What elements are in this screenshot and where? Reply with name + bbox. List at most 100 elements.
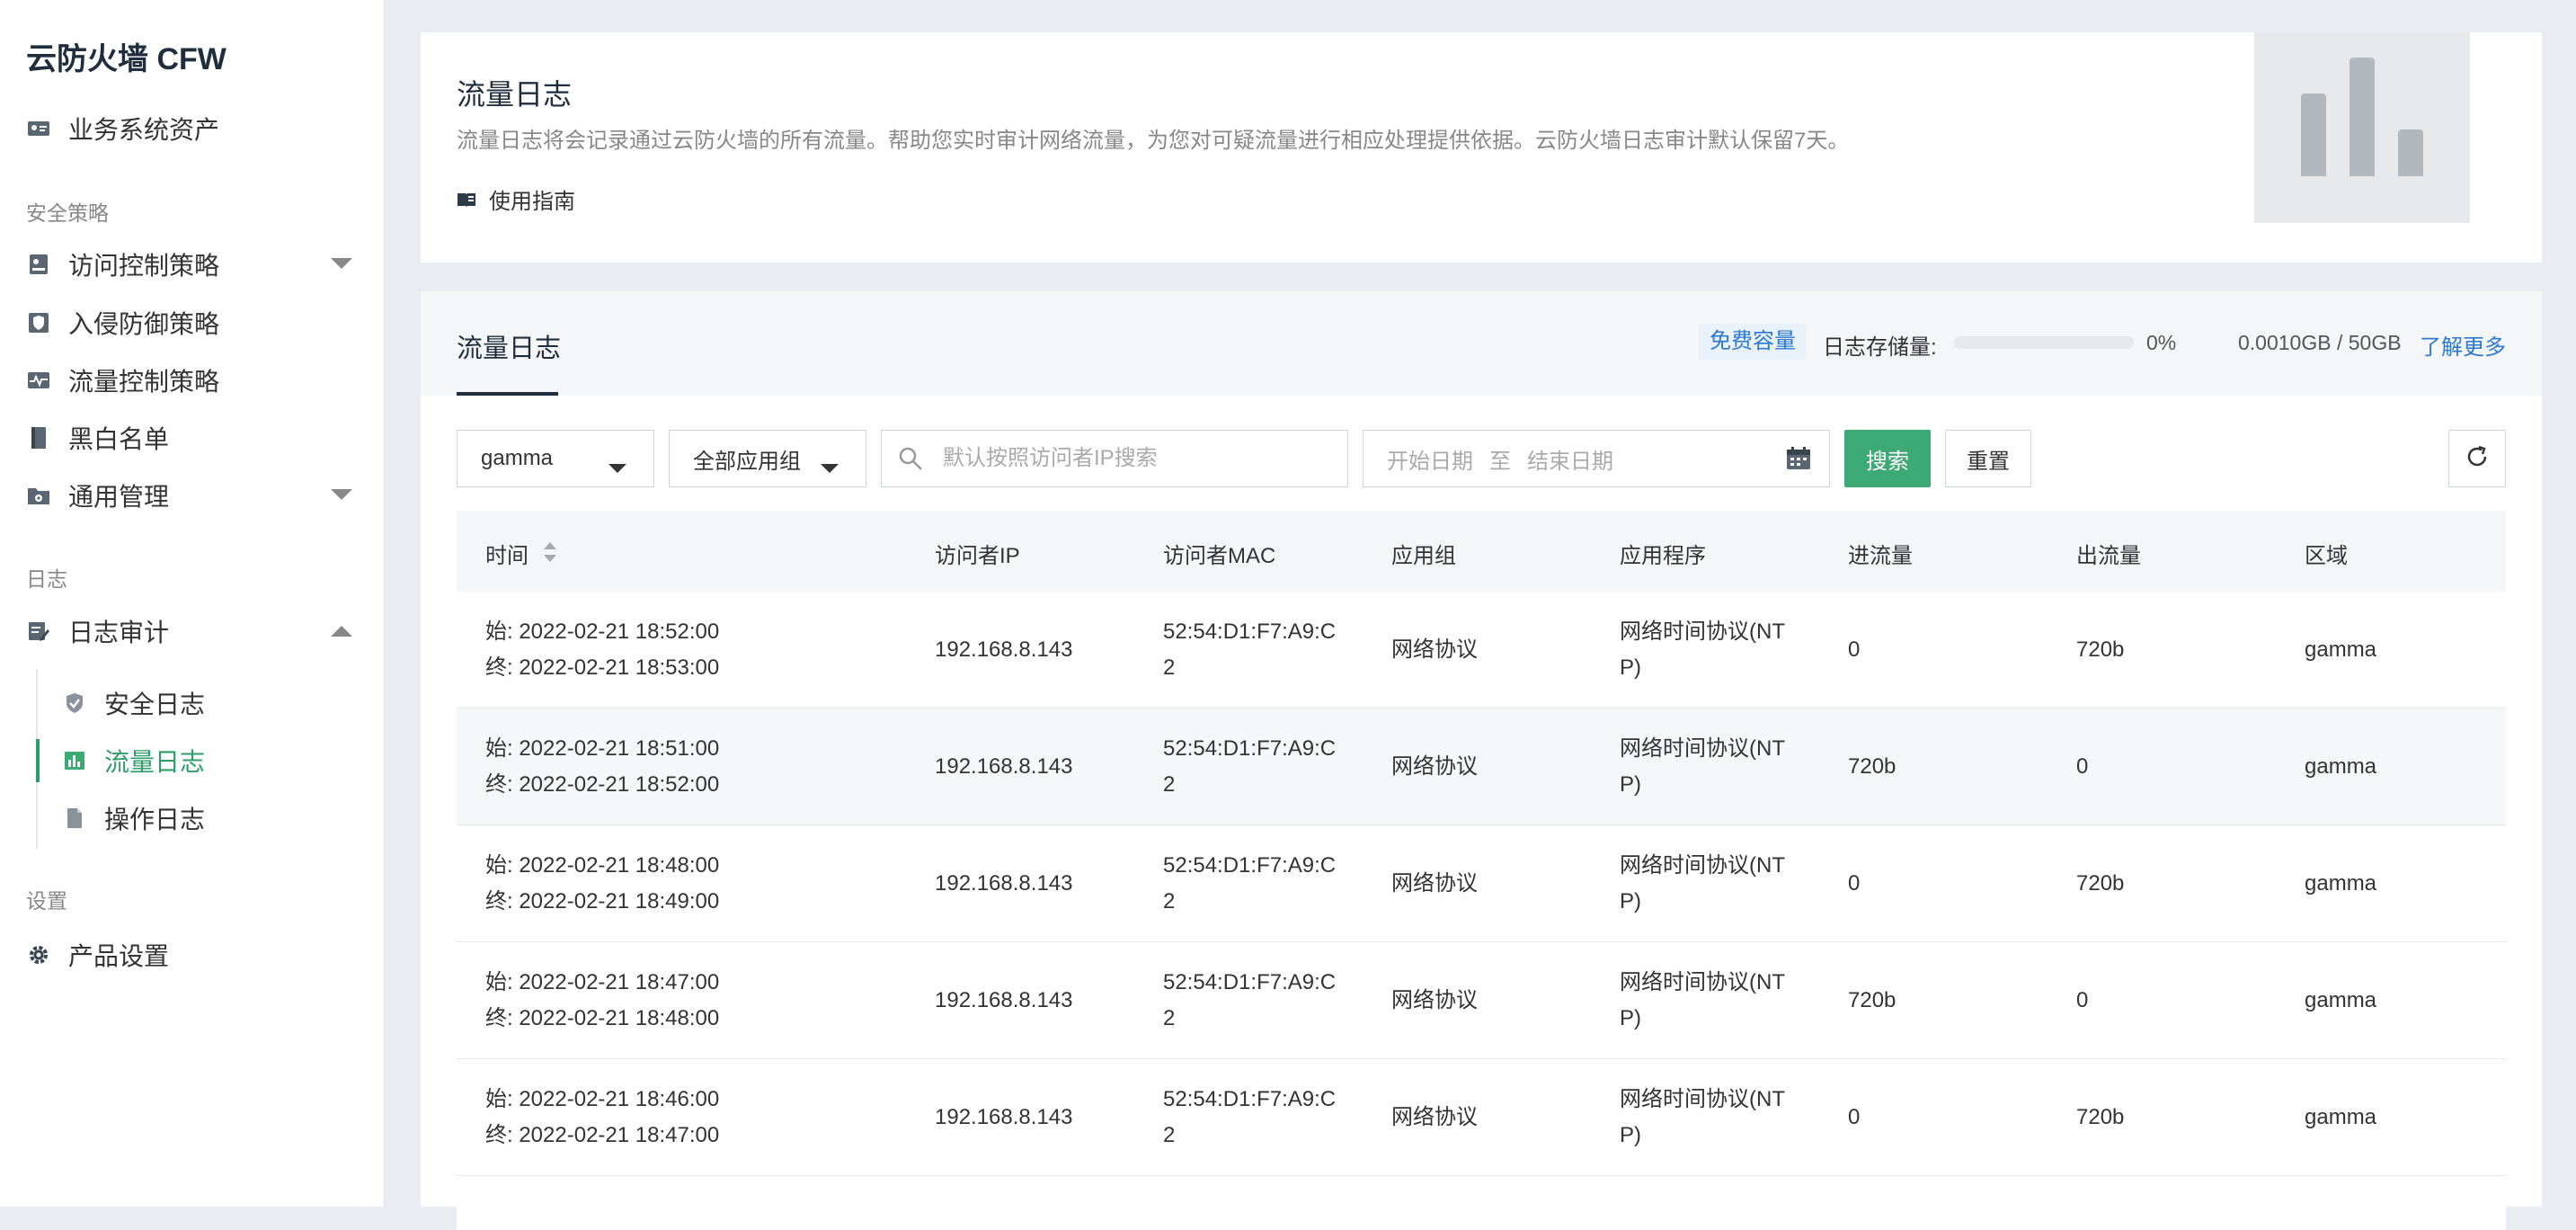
app-group-select[interactable]: 全部应用组 bbox=[669, 430, 866, 487]
storage-percent: 0% bbox=[2146, 331, 2177, 354]
sidebar-item-label: 操作日志 bbox=[104, 806, 206, 833]
sidebar-item-operation-log[interactable]: 操作日志 bbox=[36, 793, 385, 843]
refresh-button[interactable] bbox=[2448, 430, 2506, 487]
date-end-placeholder: 结束日期 bbox=[1527, 449, 1613, 474]
edit-doc-icon bbox=[27, 619, 50, 643]
cell-visitor-ip: 192.168.8.143 bbox=[935, 988, 1073, 1012]
cell-mac-line: 52:54:D1:F7:A9:C bbox=[1163, 853, 1337, 878]
cell-inbound: 0 bbox=[1848, 871, 1861, 896]
sidebar-item-access-control[interactable]: 访问控制策略 bbox=[0, 239, 385, 290]
region-select-value: gamma bbox=[481, 446, 554, 470]
cell-app-group: 网络协议 bbox=[1391, 871, 1478, 896]
cell-time-start: 始: 2022-02-21 18:47:00 bbox=[485, 970, 720, 994]
pulse-icon bbox=[27, 369, 50, 392]
column-header-time[interactable]: 时间 bbox=[485, 538, 529, 569]
cell-time-start: 始: 2022-02-21 18:48:00 bbox=[485, 853, 720, 878]
cell-app-group: 网络协议 bbox=[1391, 637, 1478, 662]
column-header-outbound: 出流量 bbox=[2076, 544, 2141, 568]
cell-mac-line: 2 bbox=[1163, 772, 1176, 797]
column-header-inbound: 进流量 bbox=[1848, 544, 1913, 568]
cell-inbound: 0 bbox=[1848, 1105, 1861, 1129]
shield-icon bbox=[27, 311, 50, 334]
date-range-picker[interactable]: 开始日期 至 结束日期 bbox=[1363, 430, 1830, 487]
sidebar-item-general-mgmt[interactable]: 通用管理 bbox=[0, 470, 385, 521]
traffic-log-table: 时间 访问者IP 访问者MAC 应用组 应用程序 进流量 出流量 区域 始: 2… bbox=[457, 511, 2506, 1230]
caret-down-icon bbox=[608, 455, 626, 480]
cell-mac-line: 2 bbox=[1163, 1006, 1176, 1030]
storage-progress-bar bbox=[1954, 336, 2134, 349]
search-button[interactable]: 搜索 bbox=[1844, 430, 1931, 487]
region-select[interactable]: gamma bbox=[457, 430, 654, 487]
cell-time: 始: 2022-02-21 18:46:00 终: 2022-02-21 18:… bbox=[485, 1082, 719, 1154]
document-icon bbox=[63, 807, 86, 830]
search-field[interactable] bbox=[881, 430, 1348, 487]
chevron-down-icon bbox=[331, 258, 352, 275]
cell-mac-line: 52:54:D1:F7:A9:C bbox=[1163, 736, 1337, 761]
learn-more-link[interactable]: 了解更多 bbox=[2420, 329, 2506, 361]
cell-visitor-mac: 52:54:D1:F7:A9:C 2 bbox=[1163, 1082, 1336, 1154]
gear-icon bbox=[27, 943, 50, 967]
sidebar-item-label: 流量控制策略 bbox=[68, 368, 220, 396]
reset-button[interactable]: 重置 bbox=[1945, 430, 2031, 487]
sidebar-item-security-log[interactable]: 安全日志 bbox=[36, 678, 385, 728]
cell-time-start: 始: 2022-02-21 18:46:00 bbox=[485, 1087, 720, 1111]
sidebar-item-log-audit[interactable]: 日志审计 bbox=[0, 606, 385, 656]
search-icon bbox=[898, 446, 923, 471]
sidebar-item-traffic-control[interactable]: 流量控制策略 bbox=[0, 355, 385, 406]
cell-time-end: 终: 2022-02-21 18:47:00 bbox=[485, 1123, 720, 1147]
sidebar-item-assets[interactable]: 业务系统资产 bbox=[0, 103, 385, 154]
cell-application: 网络时间协议(NT P) bbox=[1620, 614, 1785, 686]
cell-app-line: P) bbox=[1620, 1123, 1641, 1147]
cell-visitor-ip: 192.168.8.143 bbox=[935, 637, 1073, 662]
tab-traffic-log[interactable]: 流量日志 bbox=[457, 327, 561, 365]
column-header-visitor-mac: 访问者MAC bbox=[1163, 544, 1276, 568]
folder-gear-icon bbox=[27, 484, 50, 507]
cell-time-start: 始: 2022-02-21 18:52:00 bbox=[485, 619, 720, 644]
cell-app-line: P) bbox=[1620, 772, 1641, 797]
sidebar-item-product-settings[interactable]: 产品设置 bbox=[0, 930, 385, 980]
cell-app-line: P) bbox=[1620, 655, 1641, 680]
cell-outbound: 0 bbox=[2076, 754, 2089, 779]
illustration-bar bbox=[2349, 58, 2375, 176]
cell-application: 网络时间协议(NT P) bbox=[1620, 965, 1785, 1037]
cell-visitor-mac: 52:54:D1:F7:A9:C 2 bbox=[1163, 614, 1336, 686]
usage-guide-link[interactable]: 使用指南 bbox=[457, 183, 575, 215]
sidebar-item-blackwhite-list[interactable]: 黑白名单 bbox=[0, 413, 385, 463]
cell-visitor-mac: 52:54:D1:F7:A9:C 2 bbox=[1163, 848, 1336, 920]
cell-time-end: 终: 2022-02-21 18:53:00 bbox=[485, 655, 720, 680]
table-row: 始: 2022-02-21 18:48:00 终: 2022-02-21 18:… bbox=[457, 825, 2506, 942]
search-input[interactable] bbox=[943, 446, 1320, 471]
sidebar-item-traffic-log[interactable]: 流量日志 bbox=[36, 735, 385, 786]
cell-app-group: 网络协议 bbox=[1391, 988, 1478, 1012]
cell-app-line: P) bbox=[1620, 1006, 1641, 1030]
app-group-select-value: 全部应用组 bbox=[693, 449, 801, 474]
sidebar-item-label: 访问控制策略 bbox=[68, 252, 220, 280]
table-header: 时间 访问者IP 访问者MAC 应用组 应用程序 进流量 出流量 区域 bbox=[457, 511, 2506, 592]
free-quota-badge: 免费容量 bbox=[1699, 324, 1807, 360]
cell-mac-line: 2 bbox=[1163, 655, 1176, 680]
bar-chart-icon bbox=[63, 749, 86, 772]
cell-time-end: 终: 2022-02-21 18:52:00 bbox=[485, 772, 720, 797]
cell-inbound: 0 bbox=[1848, 637, 1861, 662]
tab-active-indicator bbox=[457, 392, 558, 396]
chevron-down-icon bbox=[331, 489, 352, 506]
cell-mac-line: 52:54:D1:F7:A9:C bbox=[1163, 619, 1337, 644]
sidebar-item-intrusion-defense[interactable]: 入侵防御策略 bbox=[0, 298, 385, 348]
cell-inbound: 720b bbox=[1848, 988, 1896, 1012]
date-start-placeholder: 开始日期 bbox=[1387, 449, 1473, 474]
cell-inbound: 720b bbox=[1848, 754, 1896, 779]
sort-icon[interactable] bbox=[543, 540, 557, 568]
cell-time: 始: 2022-02-21 18:51:00 终: 2022-02-21 18:… bbox=[485, 731, 719, 803]
cell-app-line: 网络时间协议(NT bbox=[1620, 853, 1785, 878]
table-row: 始: 2022-02-21 18:46:00 终: 2022-02-21 18:… bbox=[457, 1059, 2506, 1176]
sidebar: 云防火墙 CFW 业务系统资产 安全策略 访问控制策略 入侵防御策略 流量控制策… bbox=[0, 0, 385, 1207]
table-row: 始: 2022-02-21 18:52:00 终: 2022-02-21 18:… bbox=[457, 592, 2506, 709]
cell-app-group: 网络协议 bbox=[1391, 1105, 1478, 1129]
header-illustration bbox=[2254, 32, 2470, 223]
cell-visitor-ip: 192.168.8.143 bbox=[935, 871, 1073, 896]
column-header-visitor-ip: 访问者IP bbox=[935, 544, 1020, 568]
column-header-region: 区域 bbox=[2305, 544, 2348, 568]
cell-application: 网络时间协议(NT P) bbox=[1620, 1082, 1785, 1154]
cell-outbound: 720b bbox=[2076, 637, 2125, 662]
cell-region: gamma bbox=[2305, 988, 2377, 1012]
